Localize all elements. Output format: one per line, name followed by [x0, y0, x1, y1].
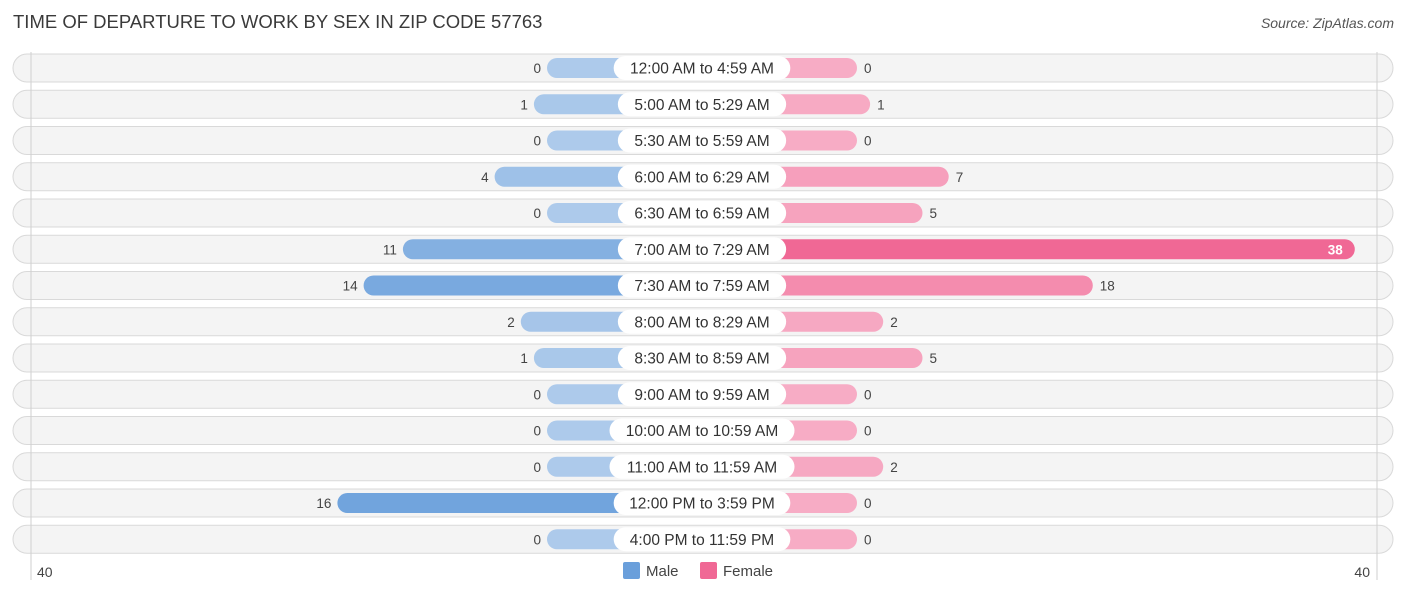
value-label-male: 0 [533, 134, 541, 149]
chart-row: 8:00 AM to 8:29 AM 2 2 [12, 307, 1394, 337]
bar-female[interactable] [702, 239, 1355, 260]
chart-row: 6:30 AM to 6:59 AM 0 5 [12, 198, 1394, 228]
value-label-female: 18 [1100, 279, 1115, 294]
chart-row: 8:30 AM to 8:59 AM 1 5 [12, 343, 1394, 373]
chart-row: 7:00 AM to 7:29 AM 11 38 [12, 234, 1394, 264]
category-label: 5:00 AM to 5:29 AM [634, 97, 769, 114]
value-label-male: 14 [343, 279, 359, 294]
value-label-male: 0 [533, 424, 541, 439]
chart-row: 11:00 AM to 11:59 AM 0 2 [12, 452, 1394, 482]
category-label: 11:00 AM to 11:59 AM [627, 459, 777, 476]
value-label-female: 0 [864, 424, 872, 439]
chart: 12:00 AM to 4:59 AM 0 0 5:00 AM to 5:29 AM 1… [12, 52, 1394, 580]
value-label-female: 0 [864, 532, 872, 547]
category-label: 5:30 AM to 5:59 AM [634, 133, 769, 150]
chart-row: 5:00 AM to 5:29 AM 1 1 [12, 89, 1394, 119]
value-label-female: 2 [890, 460, 898, 475]
value-label-male: 11 [383, 242, 397, 257]
value-label-female: 0 [864, 496, 872, 511]
chart-row: 4:00 PM to 11:59 PM 0 0 [12, 524, 1394, 554]
value-label-female: 5 [930, 206, 938, 221]
value-label-male: 0 [533, 532, 541, 547]
value-label-female: 5 [930, 351, 938, 366]
value-label-female: 2 [890, 315, 898, 330]
chart-row: 9:00 AM to 9:59 AM 0 0 [12, 379, 1394, 409]
value-label-female: 0 [864, 134, 872, 149]
legend: Male Female [623, 562, 773, 580]
value-label-male: 0 [533, 61, 541, 76]
chart-row: 10:00 AM to 10:59 AM 0 0 [12, 416, 1394, 445]
value-label-female: 7 [956, 170, 964, 185]
category-label: 7:30 AM to 7:59 AM [634, 278, 769, 295]
axis-label-right: 40 [1354, 564, 1370, 580]
chart-row: 6:00 AM to 6:29 AM 4 7 [12, 162, 1394, 192]
legend-swatch-male [623, 562, 640, 579]
category-label: 12:00 PM to 3:59 PM [629, 496, 775, 513]
category-label: 8:30 AM to 8:59 AM [634, 351, 769, 368]
value-label-male: 0 [533, 206, 541, 221]
category-label: 8:00 AM to 8:29 AM [634, 314, 769, 331]
chart-rows: 12:00 AM to 4:59 AM 0 0 5:00 AM to 5:29 AM 1… [12, 53, 1394, 554]
value-label-male: 1 [520, 97, 528, 112]
value-label-male: 2 [507, 315, 515, 330]
category-label: 7:00 AM to 7:29 AM [634, 242, 769, 259]
category-label: 10:00 AM to 10:59 AM [626, 423, 779, 440]
legend-item-male[interactable]: Male [623, 562, 679, 580]
category-label: 12:00 AM to 4:59 AM [630, 61, 774, 78]
value-label-male: 1 [520, 351, 528, 366]
chart-row: 12:00 AM to 4:59 AM 0 0 [12, 53, 1394, 83]
chart-row: 5:30 AM to 5:59 AM 0 0 [12, 126, 1394, 155]
value-label-male: 0 [533, 387, 541, 402]
value-label-male: 0 [533, 460, 541, 475]
value-label-female: 1 [877, 97, 885, 112]
category-label: 6:00 AM to 6:29 AM [634, 169, 769, 186]
legend-item-female[interactable]: Female [700, 562, 773, 580]
value-label-female: 0 [864, 61, 872, 76]
value-label-female: 0 [864, 387, 872, 402]
chart-row: 7:30 AM to 7:59 AM 14 18 [12, 271, 1394, 300]
legend-label-female: Female [723, 563, 773, 580]
category-label: 6:30 AM to 6:59 AM [634, 206, 769, 223]
value-label-male: 16 [316, 496, 331, 511]
category-label: 9:00 AM to 9:59 AM [634, 387, 769, 404]
value-label-male: 4 [481, 170, 489, 185]
value-label-female: 38 [1328, 242, 1344, 257]
axis-label-left: 40 [37, 564, 53, 580]
legend-label-male: Male [646, 563, 679, 580]
legend-swatch-female [700, 562, 717, 579]
chart-row: 12:00 PM to 3:59 PM 16 0 [12, 488, 1394, 518]
category-label: 4:00 PM to 11:59 PM [630, 532, 774, 549]
